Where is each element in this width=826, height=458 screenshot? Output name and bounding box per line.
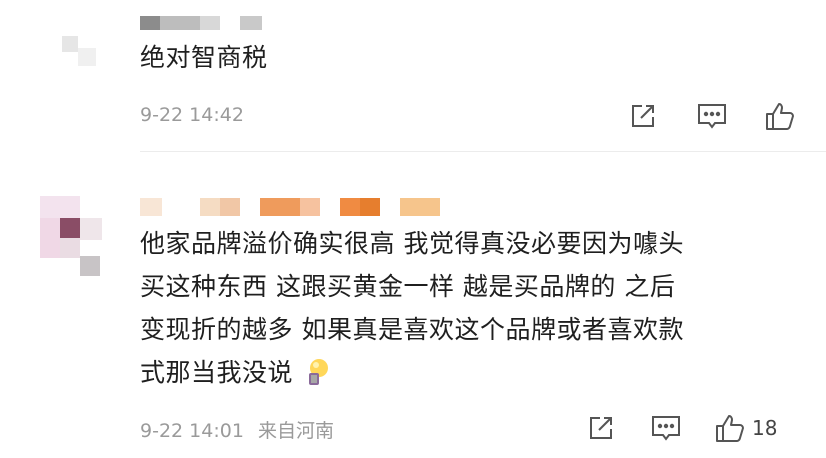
comment-icon	[698, 104, 726, 129]
lightbulb-icon	[303, 357, 331, 400]
share-button[interactable]	[628, 98, 658, 134]
like-button[interactable]	[764, 98, 796, 134]
share-icon	[632, 105, 654, 127]
comment-location: 来自河南	[257, 420, 334, 442]
comment-actions	[596, 98, 826, 134]
thumbs-up-icon	[716, 415, 744, 442]
username-blurred[interactable]	[140, 198, 440, 216]
comment-icon	[652, 416, 680, 441]
comment-2: 他家品牌溢价确实很高 我觉得真没必要因为噱头 买这种东西 这跟买黄金一样 越是买…	[0, 152, 826, 458]
comment-line: 式那当我没说	[140, 358, 294, 387]
comment-line: 买这种东西 这跟买黄金一样 越是买品牌的 之后	[140, 272, 676, 301]
reply-button[interactable]	[696, 98, 728, 134]
comment-meta: 9-22 14:42	[140, 104, 244, 126]
share-button[interactable]	[586, 410, 616, 446]
thumbs-up-icon	[766, 103, 794, 130]
avatar[interactable]	[58, 28, 102, 72]
comment-line: 变现折的越多 如果真是喜欢这个品牌或者喜欢款	[140, 315, 684, 344]
avatar[interactable]	[40, 196, 102, 280]
username-blurred[interactable]	[140, 16, 270, 30]
reply-button[interactable]	[650, 410, 682, 446]
like-count: 18	[752, 416, 778, 440]
share-icon	[590, 417, 612, 439]
comment-time: 9-22 14:01	[140, 420, 244, 442]
comment-text: 他家品牌溢价确实很高 我觉得真没必要因为噱头 买这种东西 这跟买黄金一样 越是买…	[140, 222, 684, 400]
like-button[interactable]: 18	[714, 410, 777, 446]
comment-1: 绝对智商税 9-22 14:42	[0, 0, 826, 152]
comment-text: 绝对智商税	[140, 43, 268, 72]
comment-time: 9-22 14:42	[140, 104, 244, 126]
comment-actions: 18	[586, 410, 826, 446]
comment-line-with-emoji: 式那当我没说	[140, 351, 684, 400]
comment-meta: 9-22 14:01 来自河南	[140, 416, 334, 443]
comment-line: 他家品牌溢价确实很高 我觉得真没必要因为噱头	[140, 229, 684, 258]
